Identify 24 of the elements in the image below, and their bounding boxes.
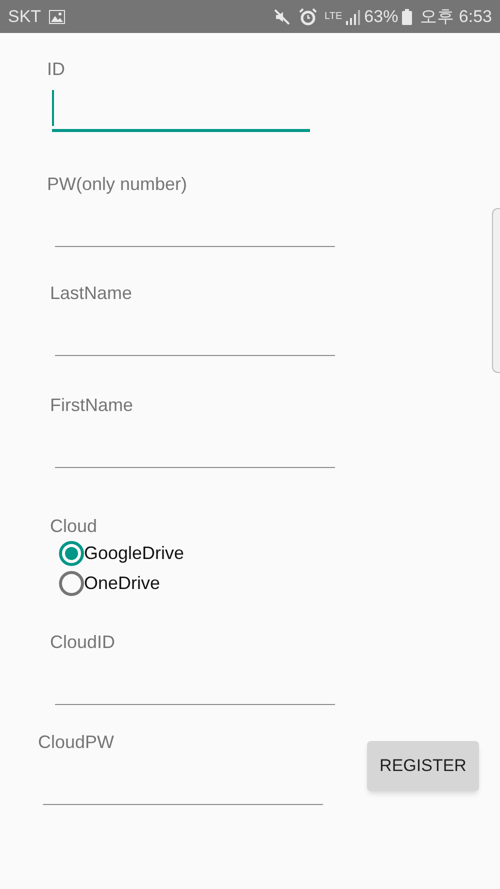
battery-icon: [402, 8, 412, 24]
image-icon: [49, 10, 66, 24]
radio-button[interactable]: [59, 540, 84, 566]
mute-icon: [272, 8, 291, 26]
field-label: CloudID: [50, 631, 116, 654]
text-cursor: [52, 90, 54, 126]
field-label: FirstName: [50, 394, 134, 417]
clock: 오후 6:53: [420, 6, 492, 28]
signal-icon: [346, 8, 360, 24]
field-label: PW(only number): [47, 173, 188, 196]
field-label: CloudPW: [38, 731, 114, 754]
field-label: ID: [47, 58, 65, 81]
network-type: LTE: [324, 12, 342, 22]
alarm-icon: [298, 8, 317, 26]
radio-button[interactable]: [59, 570, 84, 596]
field-label: LastName: [50, 282, 132, 305]
carrier-name: SKT: [8, 6, 42, 28]
register-button[interactable]: REGISTER: [367, 741, 479, 791]
input-field[interactable]: [52, 88, 310, 132]
radio-label: OneDrive: [84, 572, 160, 594]
radio-label: GoogleDrive: [84, 542, 184, 565]
field-label: Cloud: [50, 515, 98, 538]
scroll-handle[interactable]: [492, 208, 500, 373]
battery-percent: 63%: [364, 6, 398, 28]
